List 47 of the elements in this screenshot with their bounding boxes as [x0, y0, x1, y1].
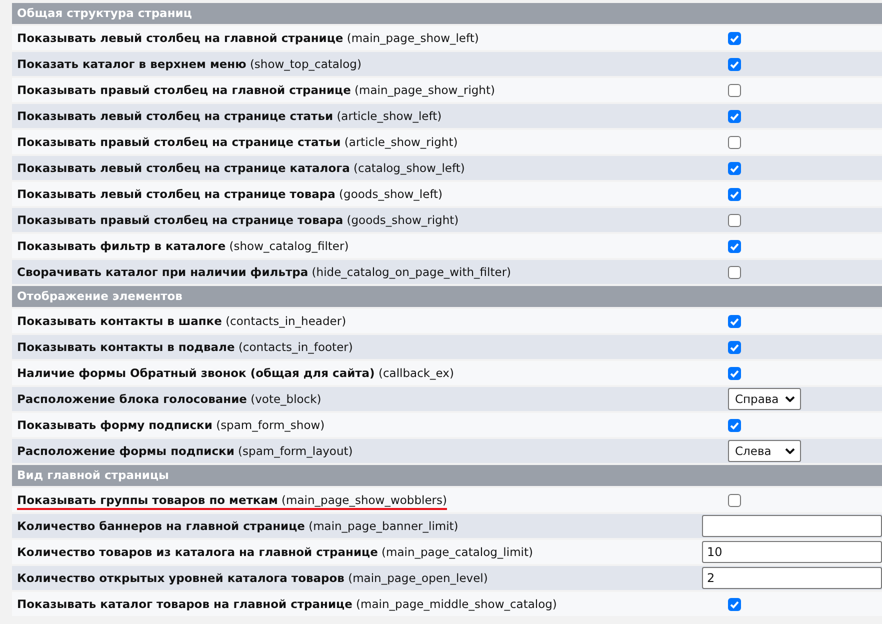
checkbox[interactable]: [728, 188, 741, 200]
setting-label: Показывать группы товаров по меткам (main_page_show_wobblers): [17, 493, 447, 510]
checkbox[interactable]: [728, 314, 741, 328]
checkbox[interactable]: [728, 214, 741, 226]
setting-label: Наличие формы Обратный звонок (общая для сайта) (callback_ex): [17, 366, 454, 380]
setting-label: Показывать левый столбец на главной странице (main_page_show_left): [17, 31, 479, 45]
checkbox[interactable]: [728, 162, 741, 174]
setting-label: Количество товаров из каталога на главной странице (main_page_catalog_limit): [17, 545, 533, 559]
setting-label: Показывать фильтр в каталоге (show_catalog_filter): [17, 239, 349, 253]
setting-label: Количество открытых уровней каталога товаров (main_page_open_level): [17, 571, 488, 585]
checkbox[interactable]: [728, 494, 741, 506]
section-header: Вид главной страницы: [12, 465, 882, 488]
setting-label: Расположение блока голосование (vote_block): [17, 392, 322, 406]
checkbox[interactable]: [728, 266, 741, 278]
dropdown[interactable]: Справа: [728, 388, 801, 410]
dropdown[interactable]: Слева: [728, 440, 801, 462]
checkbox[interactable]: [728, 418, 741, 432]
checkbox[interactable]: [728, 240, 741, 252]
setting-label: Показывать контакты в шапке (contacts_in_header): [17, 314, 346, 328]
setting-label: Показывать правый столбец на странице статьи (article_show_right): [17, 135, 458, 149]
setting-label: Показывать левый столбец на странице товара (goods_show_left): [17, 187, 443, 201]
setting-label: Показывать каталог товаров на главной странице (main_page_middle_show_catalog): [17, 597, 557, 611]
checkbox[interactable]: [728, 598, 741, 610]
input-field[interactable]: 10: [702, 541, 882, 563]
setting-label: Показывать правый столбец на странице товара (goods_show_right): [17, 213, 459, 227]
chevron-down-icon: [785, 448, 795, 454]
input-field[interactable]: [702, 515, 882, 537]
checkbox[interactable]: [728, 366, 741, 380]
setting-label: Показывать правый столбец на главной странице (main_page_show_right): [17, 83, 495, 97]
checkbox[interactable]: [728, 32, 741, 44]
setting-label: Расположение формы подписки (spam_form_layout): [17, 444, 353, 458]
input-field[interactable]: 2: [702, 567, 882, 589]
section-header: Отображение элементов: [12, 286, 882, 309]
checkbox[interactable]: [728, 136, 741, 148]
setting-label: Количество баннеров на главной странице (main_page_banner_limit): [17, 519, 458, 533]
checkbox[interactable]: [728, 340, 741, 354]
setting-label: Показывать левый столбец на странице статьи (article_show_left): [17, 109, 442, 123]
setting-label: Показывать форму подписки (spam_form_show): [17, 418, 325, 432]
checkbox[interactable]: [728, 58, 741, 70]
setting-label: Показывать левый столбец на странице каталога (catalog_show_left): [17, 161, 465, 175]
section-header: Общая структура страниц: [12, 3, 882, 26]
checkbox[interactable]: [728, 84, 741, 96]
setting-label: Сворачивать каталог при наличии фильтра (hide_catalog_on_page_with_filter): [17, 265, 512, 279]
chevron-down-icon: [785, 396, 795, 402]
checkbox[interactable]: [728, 110, 741, 122]
setting-label: Показывать контакты в подвале (contacts_in_footer): [17, 340, 353, 354]
setting-label: Показать каталог в верхнем меню (show_top_catalog): [17, 57, 362, 71]
